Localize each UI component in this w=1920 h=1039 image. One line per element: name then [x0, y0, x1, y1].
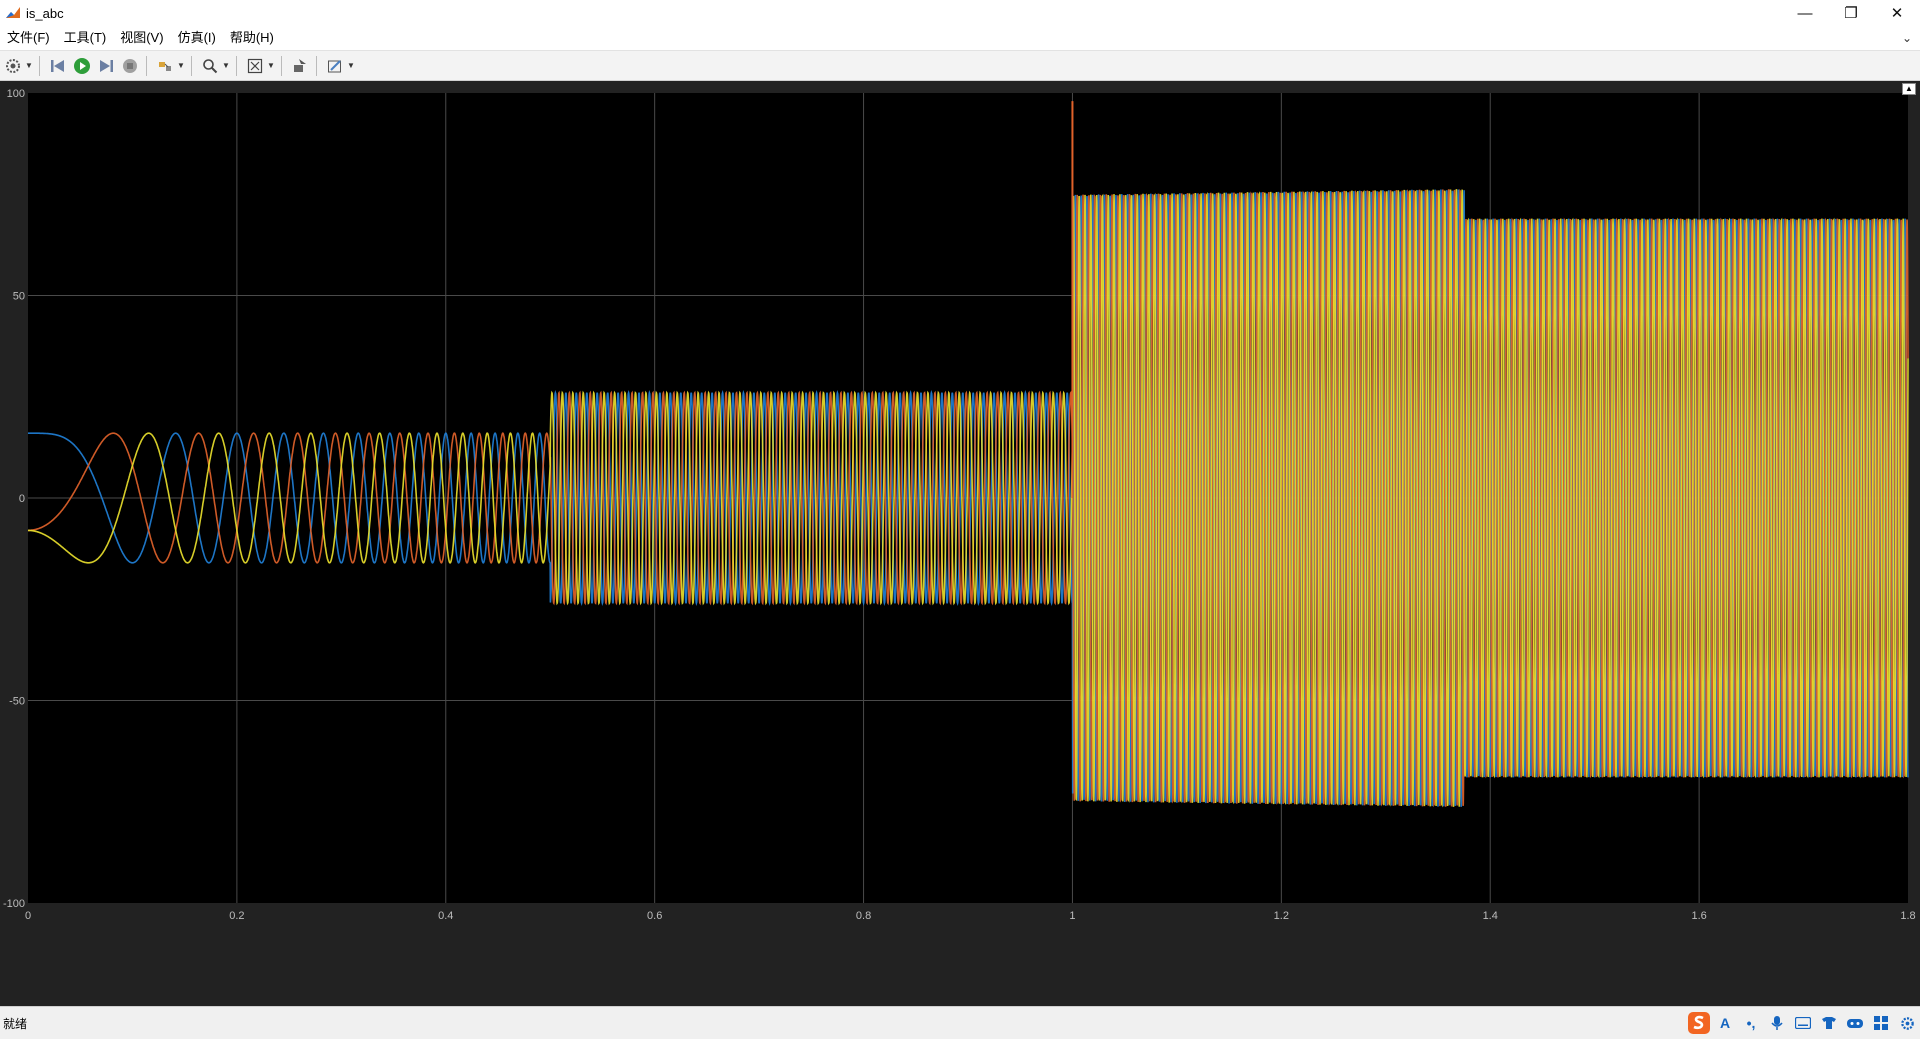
x-tick-label: 0: [25, 910, 31, 922]
collapse-toolbar-icon[interactable]: ⌄: [1902, 31, 1912, 45]
y-tick-label: -100: [3, 898, 25, 910]
step-forward-icon[interactable]: [95, 55, 117, 77]
restore-button[interactable]: ❐: [1828, 0, 1874, 26]
y-tick-label: 50: [13, 291, 25, 303]
highlight-dropdown-icon[interactable]: ▼: [176, 55, 186, 77]
ime-toolbar: A •,: [1686, 1009, 1920, 1037]
x-tick-label: 1.8: [1900, 910, 1915, 922]
run-icon[interactable]: [71, 55, 93, 77]
toolbar: ▼ ▼ ▼ ▼ ▼: [0, 51, 1920, 81]
menu-bar: 文件(F) 工具(T) 视图(V) 仿真(I) 帮助(H) ⌄: [0, 26, 1920, 51]
skin-shirt-icon[interactable]: [1816, 1010, 1842, 1036]
undock-icon[interactable]: ▲: [1902, 83, 1916, 95]
scope-chart[interactable]: 0 0.2 0.4 0.6 0.8 1 1.2 1.4 1.6 1.8 100 50 0 -50 -100: [0, 81, 1920, 1006]
toolbar-separator: [146, 55, 147, 76]
x-tick-label: 0.2: [229, 910, 244, 922]
window-title: is_abc: [26, 5, 64, 21]
toolbar-separator: [191, 55, 192, 76]
toolbar-separator: [316, 55, 317, 76]
step-back-icon[interactable]: [47, 55, 69, 77]
title-bar: is_abc — ❐ ✕: [0, 0, 1920, 26]
y-tick-label: 0: [19, 493, 25, 505]
menu-tools[interactable]: 工具(T): [57, 26, 114, 50]
x-tick-label: 1.6: [1691, 910, 1706, 922]
x-tick-label: 0.6: [647, 910, 662, 922]
keyboard-icon[interactable]: [1790, 1010, 1816, 1036]
zoom-dropdown-icon[interactable]: ▼: [221, 55, 231, 77]
ime-punctuation-icon[interactable]: •,: [1738, 1010, 1764, 1036]
scope-plot-area[interactable]: 0 0.2 0.4 0.6 0.8 1 1.2 1.4 1.6 1.8 100 50 0 -50 -100 …: [0, 81, 1920, 1006]
ime-language-icon[interactable]: A: [1712, 1010, 1738, 1036]
menu-help[interactable]: 帮助(H): [223, 26, 281, 50]
close-icon: ✕: [1890, 5, 1904, 22]
zoom-icon[interactable]: [199, 55, 221, 77]
autoscale-dropdown-icon[interactable]: ▼: [266, 55, 276, 77]
menu-simulation[interactable]: 仿真(I): [171, 26, 223, 50]
status-text: 就绪: [3, 1017, 28, 1031]
autoscale-icon[interactable]: [244, 55, 266, 77]
x-tick-label: 0.8: [856, 910, 871, 922]
settings-gear-icon[interactable]: [2, 55, 24, 77]
highlight-block-icon[interactable]: [154, 55, 176, 77]
settings-dropdown-icon[interactable]: ▼: [24, 55, 34, 77]
y-tick-label: 100: [7, 88, 25, 100]
menu-file[interactable]: 文件(F): [0, 26, 57, 50]
toolbar-separator: [236, 55, 237, 76]
style-dropdown-icon[interactable]: ▼: [346, 55, 356, 77]
minimize-icon: —: [1797, 4, 1813, 22]
toolbar-separator: [281, 55, 282, 76]
menu-view[interactable]: 视图(V): [113, 26, 170, 50]
stop-icon[interactable]: [119, 55, 141, 77]
x-tick-label: 1.2: [1274, 910, 1289, 922]
grid-tools-icon[interactable]: [1868, 1010, 1894, 1036]
gamepad-icon[interactable]: [1842, 1010, 1868, 1036]
write-icon[interactable]: [289, 55, 311, 77]
minimize-button[interactable]: —: [1782, 0, 1828, 26]
sogou-logo-icon[interactable]: [1686, 1010, 1712, 1036]
style-icon[interactable]: [324, 55, 346, 77]
matlab-app-icon: [6, 7, 20, 18]
toolbar-separator: [39, 55, 40, 76]
x-tick-label: 0.4: [438, 910, 453, 922]
close-button[interactable]: ✕: [1874, 0, 1920, 26]
status-bar: 就绪 A •,: [0, 1006, 1920, 1039]
x-tick-label: 1.4: [1483, 910, 1498, 922]
x-tick-label: 1: [1069, 910, 1075, 922]
restore-icon: ❐: [1844, 5, 1858, 22]
y-tick-label: -50: [9, 696, 25, 708]
microphone-icon[interactable]: [1764, 1010, 1790, 1036]
ime-settings-icon[interactable]: [1894, 1010, 1920, 1036]
